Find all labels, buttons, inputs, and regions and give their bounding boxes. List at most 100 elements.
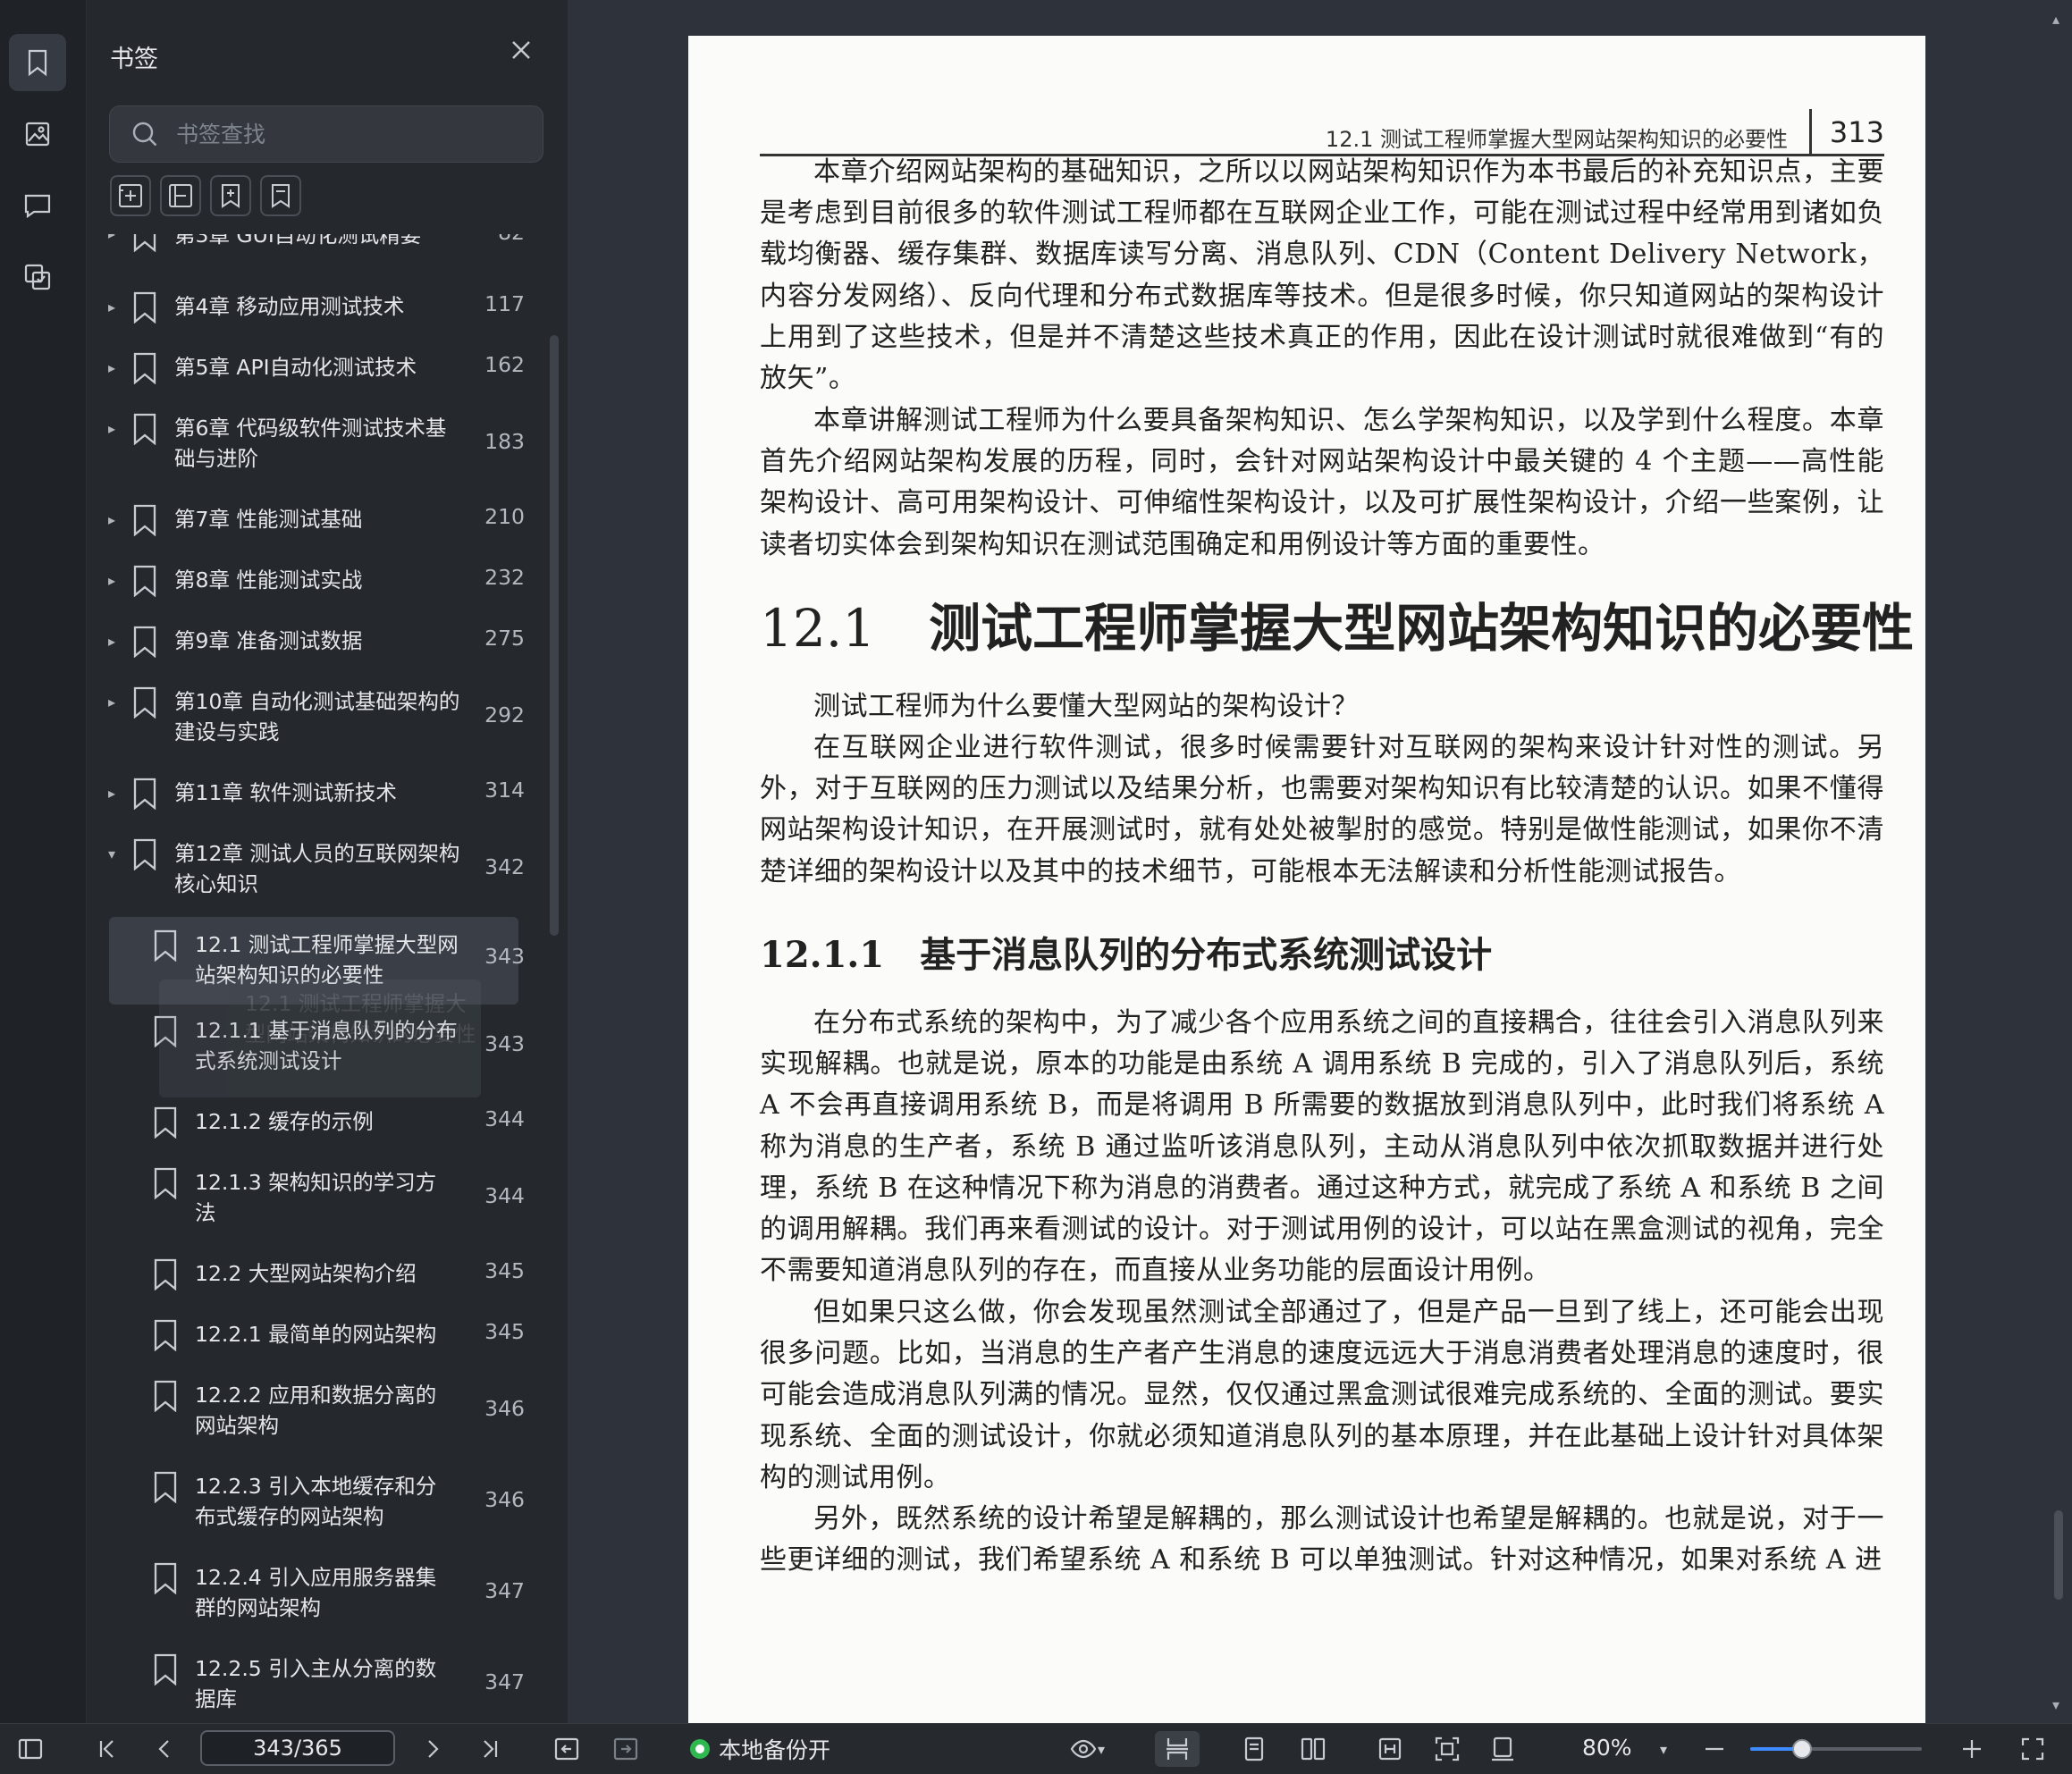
bookmark-list: ▸ 第3章 GUI自动化测试精要 82 ▸ 第4章 移动应用测试技术 117 ▸… <box>87 234 552 1723</box>
copy-panel-button[interactable] <box>9 248 66 306</box>
expand-arrow-icon[interactable]: ▸ <box>108 635 122 649</box>
bookmark-section-12-2[interactable]: 12.2 大型网站架构介绍 345 <box>87 1257 552 1301</box>
bookmark-icon <box>152 1319 179 1352</box>
bookmark-section-12-2-2[interactable]: 12.2.2 应用和数据分离的网站架构 346 <box>87 1378 552 1453</box>
zoom-dropdown-button[interactable]: ▾ <box>1650 1731 1677 1767</box>
thumbnail-panel-button[interactable] <box>9 105 66 163</box>
bookmark-icon <box>131 778 158 811</box>
bookmark-page: 345 <box>484 1258 525 1283</box>
forward-arrow-icon <box>613 1737 638 1761</box>
zoom-slider-handle[interactable] <box>1791 1739 1812 1759</box>
bookmark-section-12-2-3[interactable]: 12.2.3 引入本地缓存和分布式缓存的网站架构 346 <box>87 1469 552 1544</box>
document-scroll-thumb[interactable] <box>2054 1510 2063 1600</box>
back-arrow-icon <box>554 1737 579 1761</box>
bookmark-chapter-5[interactable]: ▸ 第5章 API自动化测试技术 162 <box>87 350 552 395</box>
bookmark-section-12-2-4[interactable]: 12.2.4 引入应用服务器集群的网站架构 347 <box>87 1560 552 1635</box>
document-page: 12.1 测试工程师掌握大型网站架构知识的必要性 313 本章介绍网站架构的基础… <box>688 36 1925 1723</box>
go-forward-button[interactable] <box>608 1731 644 1767</box>
zoom-out-button[interactable] <box>1697 1731 1732 1767</box>
toggle-sidebar-button[interactable] <box>13 1731 48 1767</box>
local-backup-status[interactable]: 本地备份开 <box>690 1733 830 1765</box>
bookmark-chapter-12[interactable]: ▾ 第12章 测试人员的互联网架构核心知识 342 <box>87 837 552 912</box>
chevron-right-icon <box>428 1740 439 1758</box>
collapse-all-icon <box>169 184 192 207</box>
page-number-input[interactable] <box>200 1730 395 1766</box>
fit-width-button[interactable] <box>1369 1731 1411 1767</box>
expand-arrow-icon[interactable]: ▸ <box>108 574 122 588</box>
bookmark-page: 275 <box>484 626 525 651</box>
fit-page-button[interactable] <box>1427 1731 1468 1767</box>
collapse-arrow-icon[interactable]: ▾ <box>108 847 122 862</box>
minus-icon <box>1706 1747 1723 1751</box>
annotation-panel-button[interactable] <box>9 177 66 234</box>
eye-protection-button[interactable]: ▾ <box>1060 1731 1114 1767</box>
single-page-button[interactable] <box>1234 1731 1275 1767</box>
previous-page-button[interactable] <box>147 1731 182 1767</box>
bookmark-page: 343 <box>484 944 525 969</box>
expand-arrow-icon[interactable]: ▸ <box>108 513 122 527</box>
bookmark-label: 12.1.3 架构知识的学习方法 <box>195 1170 437 1225</box>
expand-arrow-icon[interactable]: ▸ <box>108 695 122 710</box>
chevron-down-icon: ▾ <box>1097 1740 1106 1758</box>
search-icon <box>132 122 157 147</box>
zoom-in-button[interactable] <box>1954 1731 1990 1767</box>
bookmark-label: 第7章 性能测试基础 <box>174 507 363 532</box>
expand-arrow-icon[interactable]: ▸ <box>108 422 122 436</box>
expand-arrow-icon[interactable]: ▸ <box>108 300 122 315</box>
collapse-all-button[interactable] <box>160 175 201 216</box>
fullscreen-button[interactable] <box>2015 1731 2051 1767</box>
continuous-scroll-button[interactable] <box>1155 1731 1200 1767</box>
next-page-button[interactable] <box>415 1731 451 1767</box>
section-heading: 12.1 测试工程师掌握大型网站架构知识的必要性 <box>760 586 1914 661</box>
add-bookmark-button[interactable] <box>210 175 251 216</box>
section-paragraph-1: 测试工程师为什么要懂大型网站的架构设计？ <box>813 691 1359 722</box>
bookmark-chapter-11[interactable]: ▸ 第11章 软件测试新技术 314 <box>87 776 552 820</box>
running-header: 12.1 测试工程师掌握大型网站架构知识的必要性 313 <box>760 84 1884 156</box>
rotate-page-button[interactable] <box>1482 1731 1523 1767</box>
expand-all-button[interactable] <box>110 175 151 216</box>
bookmark-page: 347 <box>484 1578 525 1603</box>
zoom-slider[interactable] <box>1750 1739 1922 1759</box>
subsection-paragraph-1: 在分布式系统的架构中，为了减少各个应用系统之间的直接耦合，往往会引入消息队列来实… <box>760 1007 1884 1287</box>
backup-status-icon <box>690 1739 710 1759</box>
double-page-button[interactable] <box>1293 1731 1334 1767</box>
bookmark-label: 第3章 GUI自动化测试精要 <box>174 234 422 248</box>
bookmark-page: 344 <box>484 1183 525 1208</box>
eye-icon <box>1070 1739 1097 1759</box>
expand-arrow-icon[interactable]: ▸ <box>108 234 122 241</box>
bookmark-chapter-10[interactable]: ▸ 第10章 自动化测试基础架构的建设与实践 292 <box>87 685 552 760</box>
close-panel-button[interactable] <box>507 36 543 71</box>
bookmark-chapter-7[interactable]: ▸ 第7章 性能测试基础 210 <box>87 502 552 547</box>
go-back-button[interactable] <box>549 1731 585 1767</box>
last-page-button[interactable] <box>472 1731 508 1767</box>
bookmark-icon <box>131 565 158 598</box>
bookmark-section-12-1-3[interactable]: 12.1.3 架构知识的学习方法 344 <box>87 1165 552 1240</box>
copy-icon <box>24 264 51 290</box>
scroll-up-icon[interactable]: ▴ <box>2052 11 2059 28</box>
bookmark-chapter-6[interactable]: ▸ 第6章 代码级软件测试技术基础与进阶 183 <box>87 411 552 486</box>
first-page-button[interactable] <box>89 1731 125 1767</box>
double-page-icon <box>1301 1737 1326 1761</box>
bookmark-section-12-2-1[interactable]: 12.2.1 最简单的网站架构 345 <box>87 1317 552 1362</box>
bookmark-list-scrollbar[interactable] <box>550 335 559 936</box>
bookmark-page: 210 <box>484 504 525 529</box>
expand-arrow-icon[interactable]: ▸ <box>108 786 122 801</box>
zoom-level[interactable]: 80% <box>1582 1735 1632 1761</box>
bookmark-search-input[interactable] <box>174 114 526 155</box>
bookmark-section-12-1-2[interactable]: 12.1.2 缓存的示例 344 <box>87 1105 552 1149</box>
expand-arrow-icon[interactable]: ▸ <box>108 361 122 375</box>
scroll-down-icon[interactable]: ▾ <box>2052 1696 2059 1713</box>
bookmark-icon <box>28 49 47 77</box>
bookmark-chapter-4[interactable]: ▸ 第4章 移动应用测试技术 117 <box>87 290 552 334</box>
document-scrollbar[interactable]: ▴ ▾ <box>2047 0 2072 1723</box>
bookmark-section-12-2-5[interactable]: 12.2.5 引入主从分离的数据库 347 <box>87 1652 552 1723</box>
bookmark-chapter-3[interactable]: ▸ 第3章 GUI自动化测试精要 82 <box>87 234 552 253</box>
last-page-icon <box>484 1740 498 1758</box>
bookmark-page: 162 <box>484 352 525 377</box>
bookmark-chapter-9[interactable]: ▸ 第9章 准备测试数据 275 <box>87 624 552 668</box>
bookmark-chapter-8[interactable]: ▸ 第8章 性能测试实战 232 <box>87 563 552 608</box>
bookmark-label: 第11章 软件测试新技术 <box>174 780 397 805</box>
bookmark-label: 12.2.5 引入主从分离的数据库 <box>195 1656 437 1711</box>
bookmark-panel-button[interactable] <box>9 34 66 91</box>
bookmark-options-button[interactable] <box>260 175 301 216</box>
